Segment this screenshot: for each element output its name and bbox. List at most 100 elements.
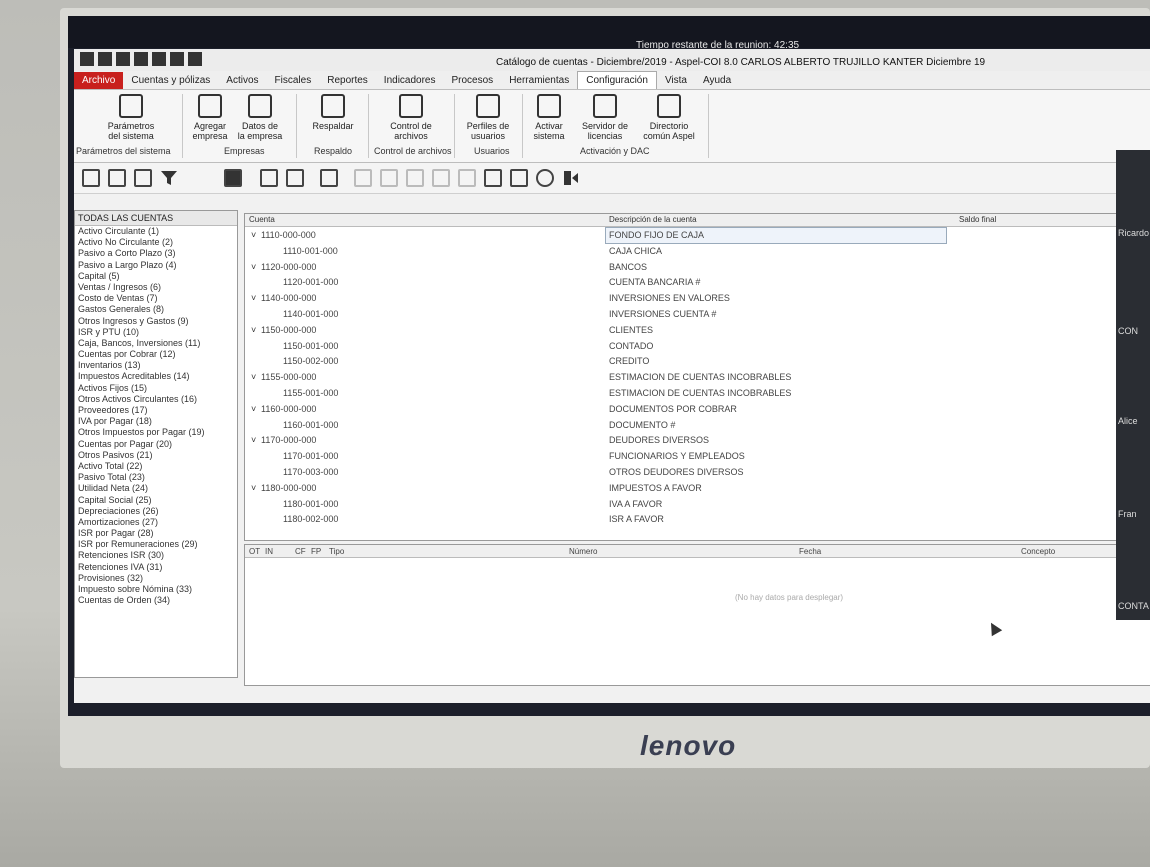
sidebar-item[interactable]: Retenciones ISR (30) [75,550,237,561]
directorio-aspel-button[interactable]: Directorio común Aspel [636,94,702,141]
table-row[interactable]: ˅ 1150-000-000 CLIENTES [245,322,1150,338]
document-icon[interactable] [458,169,476,187]
balance-icon[interactable] [406,169,424,187]
clipboard-icon[interactable] [260,169,278,187]
table-row[interactable]: 1110-001-000 CAJA CHICA [245,243,1150,259]
activar-sistema-button[interactable]: Activar sistema [526,94,572,141]
help-icon[interactable] [536,169,554,187]
sidebar-item[interactable]: Caja, Bancos, Inversiones (11) [75,338,237,349]
table-row[interactable]: 1150-001-000 CONTADO [245,338,1150,354]
sidebar-item[interactable]: Ventas / Ingresos (6) [75,282,237,293]
sidebar-item[interactable]: Activos Fijos (15) [75,383,237,394]
tab-configuracion[interactable]: Configuración [577,71,657,89]
sidebar-item[interactable]: Activo Circulante (1) [75,226,237,237]
respaldar-button[interactable]: Respaldar [302,94,364,131]
table-row[interactable]: ˅ 1140-000-000 INVERSIONES EN VALORES [245,290,1150,306]
servidor-licencias-button[interactable]: Servidor de licencias [576,94,634,141]
print-icon[interactable] [224,169,242,187]
parametros-sistema-button[interactable]: Parámetros del sistema [86,94,176,141]
column-numero[interactable]: Número [569,547,597,556]
table-row[interactable]: 1155-001-000 ESTIMACION DE CUENTAS INCOBR… [245,385,1150,401]
sidebar-item[interactable]: Depreciaciones (26) [75,506,237,517]
agregar-empresa-button[interactable]: Agregar empresa [188,94,232,141]
sidebar-item[interactable]: Activo No Circulante (2) [75,237,237,248]
copy-icon[interactable] [354,169,372,187]
chevron-down-icon[interactable]: ˅ [251,262,261,272]
tab-herramientas[interactable]: Herramientas [501,72,577,89]
help-icon[interactable] [170,52,184,66]
column-fp[interactable]: FP [311,547,321,556]
sidebar-item[interactable]: Otros Activos Circulantes (16) [75,394,237,405]
table-row[interactable]: ˅ 1110-000-000 FONDO FIJO DE CAJA [245,227,1150,244]
table-row[interactable]: ˅ 1155-000-000 ESTIMACION DE CUENTAS INCOB… [245,369,1150,385]
new-icon[interactable] [98,52,112,66]
export-icon[interactable] [286,169,304,187]
tab-archivo[interactable]: Archivo [74,72,124,89]
tab-cuentas-polizas[interactable]: Cuentas y pólizas [123,72,218,89]
tab-ayuda[interactable]: Ayuda [695,72,739,89]
chevron-down-icon[interactable]: ˅ [251,404,261,414]
sidebar-item[interactable]: Impuesto sobre Nómina (33) [75,584,237,595]
column-fecha[interactable]: Fecha [799,547,821,556]
sidebar-item[interactable]: Otros Impuestos por Pagar (19) [75,427,237,438]
column-concepto[interactable]: Concepto [1021,547,1055,556]
tab-reportes[interactable]: Reportes [319,72,376,89]
sidebar-item[interactable]: Gastos Generales (8) [75,304,237,315]
delete-account-icon[interactable] [134,169,152,187]
tab-activos[interactable]: Activos [218,72,266,89]
table-row[interactable]: 1170-003-000 OTROS DEUDORES DIVERSOS [245,464,1150,480]
table-row[interactable]: ˅ 1180-000-000 IMPUESTOS A FAVOR [245,480,1150,496]
report-icon[interactable] [152,52,166,66]
sidebar-item[interactable]: ISR y PTU (10) [75,327,237,338]
exit-icon[interactable] [188,52,202,66]
sidebar-item[interactable]: Otros Pasivos (21) [75,450,237,461]
sidebar-item[interactable]: Amortizaciones (27) [75,517,237,528]
column-saldo-final[interactable]: Saldo final [959,215,996,224]
tab-fiscales[interactable]: Fiscales [267,72,320,89]
sidebar-item[interactable]: ISR por Remuneraciones (29) [75,539,237,550]
filter-icon[interactable] [160,169,178,187]
calendar-icon[interactable] [134,52,148,66]
sidebar-item[interactable]: Costo de Ventas (7) [75,293,237,304]
edit-account-icon[interactable] [108,169,126,187]
table-row[interactable]: 1160-001-000 DOCUMENTO # [245,417,1150,433]
catalog-icon[interactable] [116,52,130,66]
xml-icon[interactable] [510,169,528,187]
control-archivos-button[interactable]: Control de archivos [372,94,450,141]
chevron-down-icon[interactable]: ˅ [251,293,261,303]
table-row[interactable]: 1170-001-000 FUNCIONARIOS Y EMPLEADOS [245,448,1150,464]
table-row[interactable]: ˅ 1170-000-000 DEUDORES DIVERSOS [245,432,1150,448]
sidebar-item[interactable]: Cuentas de Orden (34) [75,595,237,606]
chevron-down-icon[interactable]: ˅ [251,230,261,240]
tab-vista[interactable]: Vista [657,72,695,89]
chevron-down-icon[interactable]: ˅ [251,325,261,335]
sidebar-item[interactable]: Pasivo a Corto Plazo (3) [75,248,237,259]
sidebar-item[interactable]: Capital (5) [75,271,237,282]
perfiles-usuarios-button[interactable]: Perfiles de usuarios [458,94,518,141]
column-ot[interactable]: OT [249,547,260,556]
sidebar-item[interactable]: Inventarios (13) [75,360,237,371]
sidebar-item[interactable]: Retenciones IVA (31) [75,562,237,573]
sidebar-item[interactable]: ISR por Pagar (28) [75,528,237,539]
tab-procesos[interactable]: Procesos [444,72,502,89]
column-tipo[interactable]: Tipo [329,547,344,556]
table-row[interactable]: 1140-001-000 INVERSIONES CUENTA # [245,306,1150,322]
sidebar-item[interactable]: Activo Total (22) [75,461,237,472]
table-row[interactable]: ˅ 1120-000-000 BANCOS [245,259,1150,275]
table-row[interactable]: ˅ 1160-000-000 DOCUMENTOS POR COBRAR [245,401,1150,417]
sidebar-item[interactable]: Cuentas por Pagar (20) [75,439,237,450]
sidebar-item[interactable]: Capital Social (25) [75,495,237,506]
chevron-down-icon[interactable]: ˅ [251,372,261,382]
chevron-down-icon[interactable]: ˅ [251,435,261,445]
sidebar-item[interactable]: Impuestos Acreditables (14) [75,371,237,382]
column-cf[interactable]: CF [295,547,306,556]
report-icon[interactable] [432,169,450,187]
sidebar-item[interactable]: Pasivo Total (23) [75,472,237,483]
chevron-down-icon[interactable]: ˅ [251,483,261,493]
exit-icon[interactable] [562,169,580,187]
sidebar-item[interactable]: Pasivo a Largo Plazo (4) [75,260,237,271]
column-descripcion[interactable]: Descripción de la cuenta [609,215,697,224]
sidebar-item[interactable]: Otros Ingresos y Gastos (9) [75,316,237,327]
sidebar-item[interactable]: Proveedores (17) [75,405,237,416]
sidebar-item[interactable]: Cuentas por Cobrar (12) [75,349,237,360]
